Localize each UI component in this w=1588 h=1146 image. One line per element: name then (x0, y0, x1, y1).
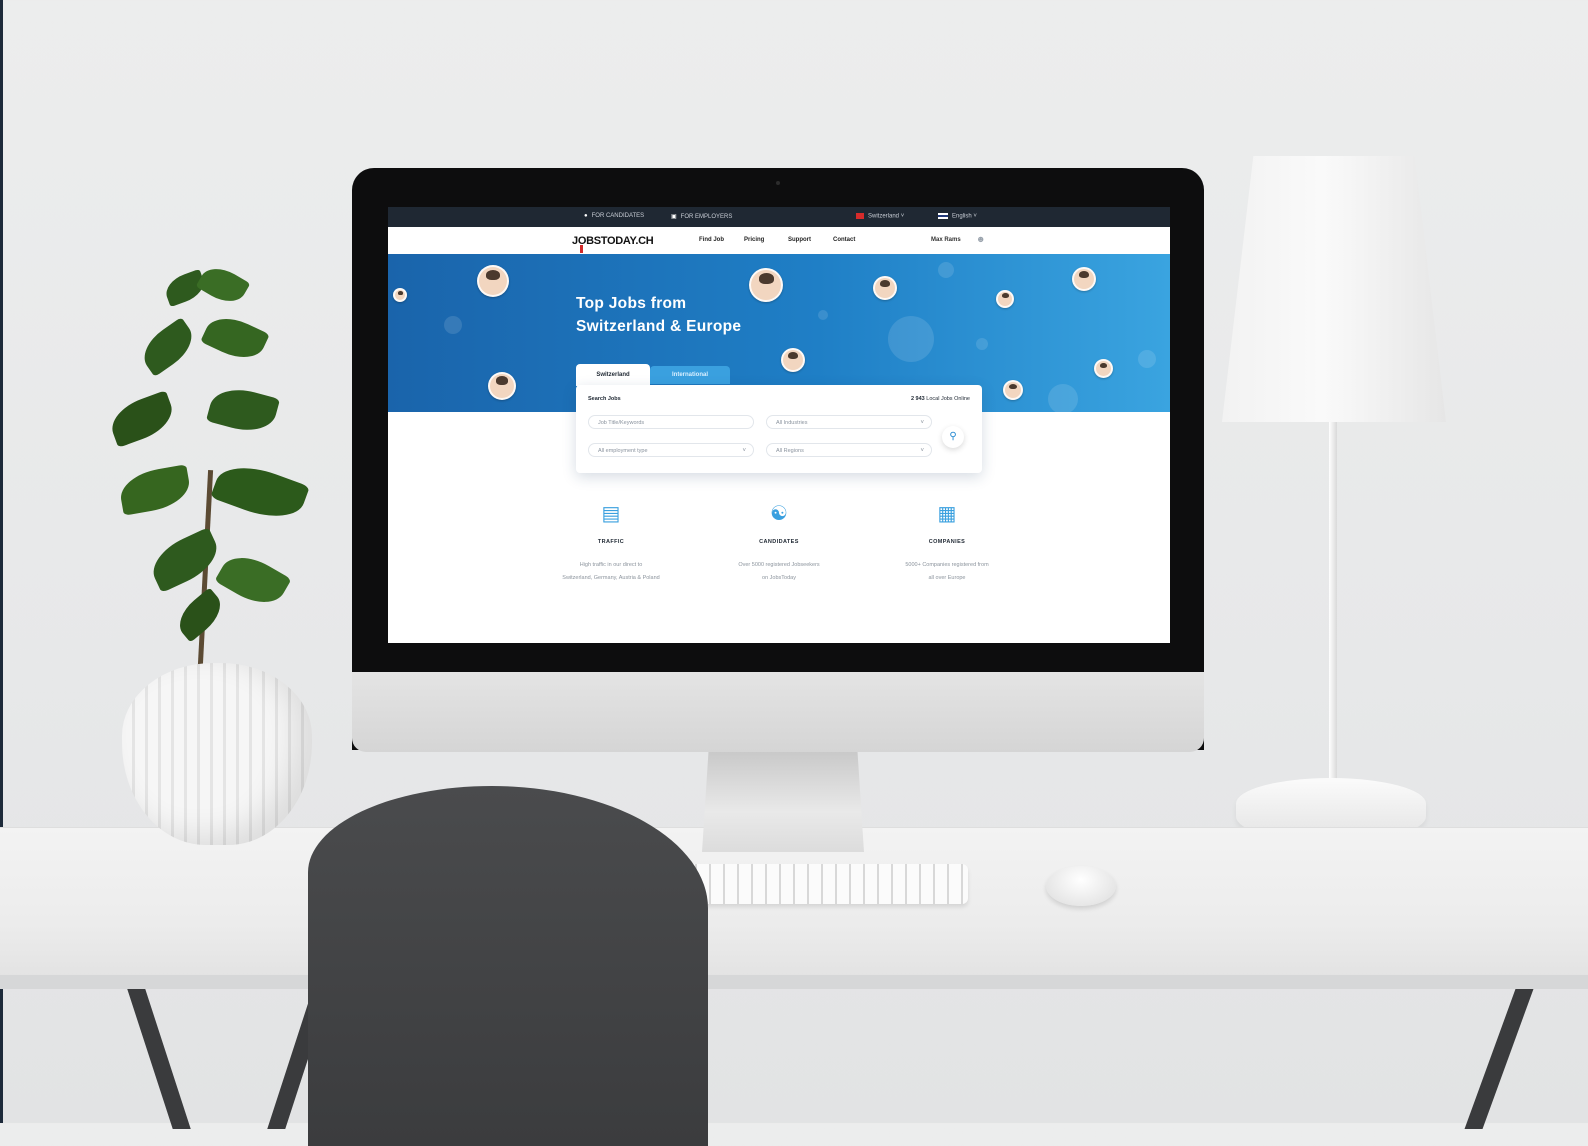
desk-edge (0, 975, 1588, 989)
feature-traffic: ▤ TRAFFIC High traffic in our direct to … (562, 503, 660, 581)
industries-select[interactable]: All Industries ˅ (766, 415, 932, 429)
main-nav: JOBSTODAY.CH Find Job Pricing Support Co… (388, 227, 1170, 255)
tab-international[interactable]: International (650, 366, 730, 384)
screen: ● FOR CANDIDATES ▣ FOR EMPLOYERS Switzerla… (388, 207, 1170, 643)
camera (776, 181, 780, 185)
hero-title: Top Jobs from Switzerland & Europe (576, 295, 742, 335)
lamp-pole (1329, 422, 1337, 782)
avatar (749, 268, 783, 302)
avatar (781, 348, 805, 372)
avatar (488, 372, 516, 400)
person-icon: ● (584, 213, 588, 219)
desk-top (0, 828, 1588, 988)
site-logo[interactable]: JOBSTODAY.CH (572, 235, 654, 247)
decor-bubble (818, 310, 828, 320)
decor-bubble (1138, 350, 1156, 368)
plant-leaf (105, 390, 179, 448)
imac-stand (702, 752, 864, 852)
tab-switzerland[interactable]: Switzerland (576, 364, 650, 386)
plant-leaf (135, 317, 201, 377)
plant-leaf (200, 309, 270, 367)
feature-companies: ▦ COMPANIES 5000+ Companies registered f… (905, 503, 989, 581)
desk-leg-left (127, 989, 191, 1129)
avatar (1094, 359, 1113, 378)
candidates-icon: ☯ (770, 503, 788, 525)
for-employers-link[interactable]: ▣ FOR EMPLOYERS (671, 213, 732, 220)
decor-bubble (444, 316, 462, 334)
avatar (873, 276, 897, 300)
top-bar: ● FOR CANDIDATES ▣ FOR EMPLOYERS Switzerla… (388, 207, 1170, 227)
avatar (996, 290, 1014, 308)
vase (122, 663, 312, 845)
logo-accent-mark (580, 245, 583, 253)
chevron-down-icon: ˅ (742, 448, 746, 454)
avatar (393, 288, 407, 302)
plant-leaf (171, 587, 229, 643)
companies-icon: ▦ (937, 503, 957, 525)
avatar (1072, 267, 1096, 291)
decor-bubble (1048, 384, 1078, 412)
plant-leaf (195, 260, 251, 310)
desk-leg-right (1464, 989, 1534, 1129)
plant-leaf (210, 455, 310, 529)
country-select[interactable]: Switzerland ˅ (856, 213, 904, 220)
uk-flag-icon (938, 213, 948, 219)
decor-bubble (976, 338, 988, 350)
plant-leaf (205, 382, 281, 438)
chart-monitor-icon: ▤ (601, 503, 621, 525)
search-label: Search Jobs (588, 396, 621, 402)
for-candidates-link[interactable]: ● FOR CANDIDATES (584, 213, 644, 219)
user-avatar-icon[interactable]: ☻ (976, 234, 985, 244)
apple-logo-icon (762, 694, 794, 728)
search-button[interactable]: ⚲ (942, 426, 964, 448)
plant-leaf (144, 527, 226, 593)
chevron-down-icon: ˅ (973, 213, 977, 220)
decor-bubble (888, 316, 934, 362)
nav-pricing[interactable]: Pricing (744, 237, 764, 243)
nav-find-job[interactable]: Find Job (699, 237, 724, 243)
feature-candidates: ☯ CANDIDATES Over 5000 registered Jobsee… (738, 503, 820, 581)
nav-support[interactable]: Support (788, 237, 811, 243)
plant-leaf (117, 464, 193, 516)
keywords-input[interactable]: Job Title/Keywords (588, 415, 754, 429)
avatar (477, 265, 509, 297)
lamp-shade (1222, 156, 1446, 422)
job-search-card: Search Jobs 2 943 Local Jobs Online Job … (576, 385, 982, 473)
chevron-down-icon: ˅ (920, 420, 924, 426)
mouse (1046, 866, 1116, 906)
nav-contact[interactable]: Contact (833, 237, 855, 243)
employment-type-select[interactable]: All employment type ˅ (588, 443, 754, 457)
swiss-flag-icon (856, 213, 864, 219)
decor-bubble (938, 262, 954, 278)
user-name[interactable]: Max Rams (931, 237, 961, 243)
plant-leaf (214, 546, 292, 614)
chevron-down-icon: ˅ (920, 448, 924, 454)
language-select[interactable]: English ˅ (938, 213, 977, 220)
jobs-online-count: 2 943 Local Jobs Online (910, 396, 970, 402)
chevron-down-icon: ˅ (900, 213, 905, 220)
regions-select[interactable]: All Regions ˅ (766, 443, 932, 457)
avatar (1003, 380, 1023, 400)
chair (308, 786, 708, 1146)
building-icon: ▣ (671, 214, 677, 220)
search-icon: ⚲ (949, 431, 957, 442)
